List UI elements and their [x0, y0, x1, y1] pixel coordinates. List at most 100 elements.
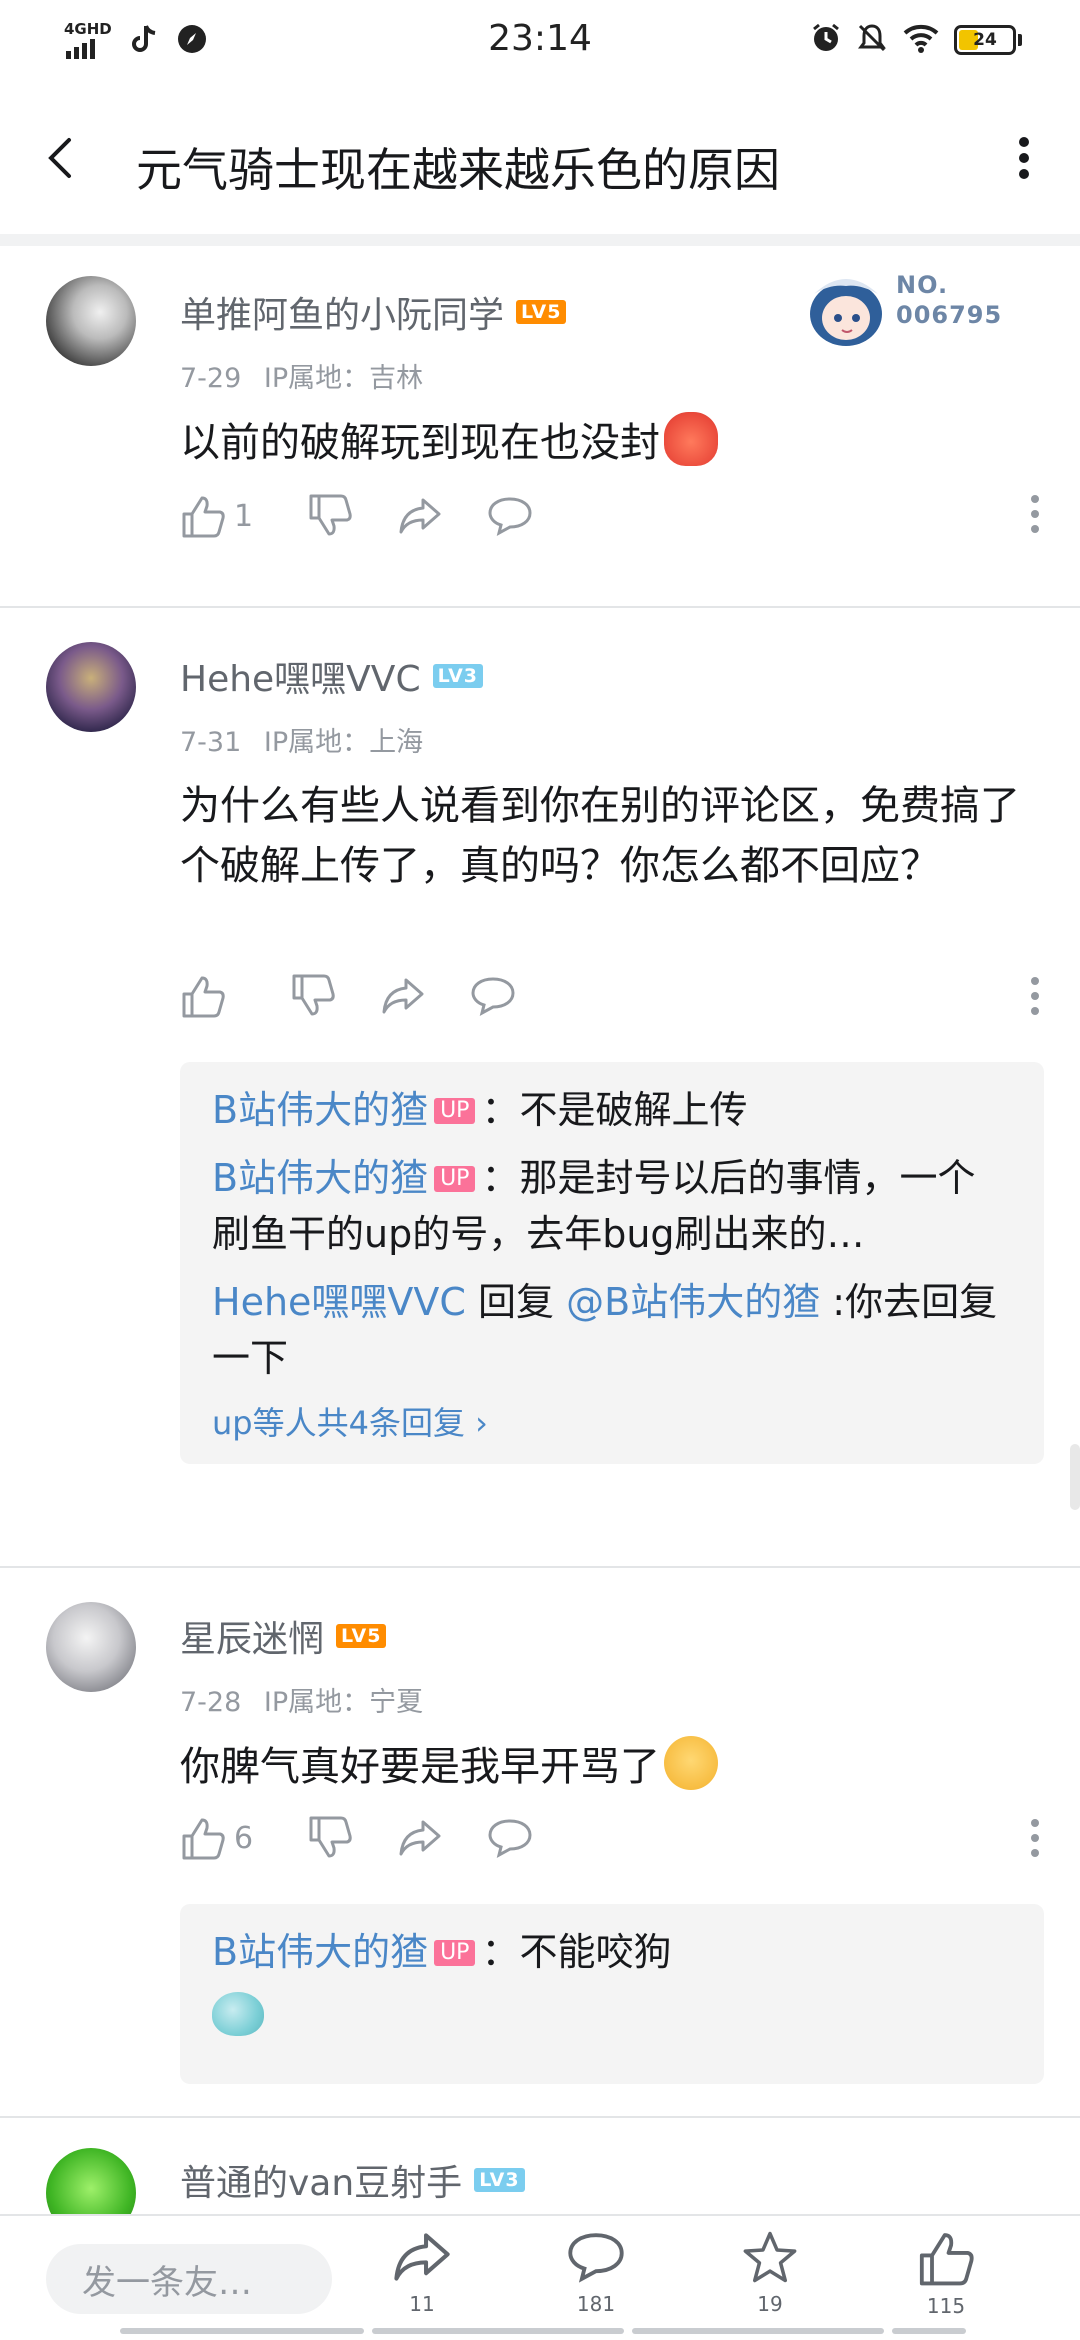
comment-more-button[interactable]: [1030, 1818, 1040, 1862]
smirk-face-emoji-icon: [664, 1736, 718, 1790]
share-button[interactable]: [380, 976, 426, 1016]
reply-text: ：不是破解上传: [481, 1088, 748, 1132]
comment-more-button[interactable]: [1030, 976, 1040, 1020]
username[interactable]: 普通的van豆射手: [180, 2154, 462, 2206]
dislike-button[interactable]: [307, 494, 353, 538]
view-more-replies-link[interactable]: up等人共4条回复 ›: [212, 1398, 1012, 1444]
level-badge: LV5: [336, 1624, 387, 1648]
comment-text-content: 以前的破解玩到现在也没封: [180, 420, 660, 466]
dislike-button[interactable]: [307, 1816, 353, 1860]
thumbs-up-icon: [182, 496, 225, 538]
username[interactable]: 星辰迷惘: [180, 1610, 324, 1662]
comment-actions: [180, 974, 560, 1018]
like-button[interactable]: 1: [180, 494, 253, 538]
comment-date: 7-28: [180, 1687, 242, 1718]
chat-bubble-icon: [488, 497, 532, 536]
comment-count: 181: [576, 2292, 616, 2316]
share-count: 11: [409, 2292, 435, 2316]
thumbs-up-icon: [182, 1818, 225, 1860]
level-badge: LV5: [516, 300, 567, 324]
share-icon: [399, 498, 441, 534]
chat-bubble-icon: [471, 977, 515, 1016]
star-icon: [743, 2231, 797, 2283]
progress-segment: [120, 2328, 364, 2334]
reply-button[interactable]: [487, 495, 533, 537]
comment-text[interactable]: 为什么有些人说看到你在别的评论区，免费搞了个破解上传了，真的吗？你怎么都不回应？: [180, 776, 1040, 896]
badge-number: NO. 006795: [896, 271, 1003, 329]
reply-item[interactable]: Hehe嘿嘿VVC 回复 @B站伟大的猹 :你去回复一下: [212, 1274, 1012, 1386]
comment-text-content: 你脾气真好要是我早开骂了: [180, 1744, 660, 1790]
comment-meta: 7-31 IP属地：上海: [180, 720, 423, 759]
wifi-icon: [902, 23, 940, 57]
share-button[interactable]: [397, 496, 443, 536]
reply-mention[interactable]: @B站伟大的猹: [566, 1280, 820, 1324]
avatar[interactable]: [46, 642, 136, 732]
like-button[interactable]: [180, 974, 234, 1018]
fan-badge[interactable]: NO. 006795: [800, 264, 1030, 350]
favorite-count: 19: [757, 2292, 783, 2316]
thumbs-down-icon: [309, 1816, 352, 1858]
like-button[interactable]: 6: [180, 1816, 253, 1860]
avatar[interactable]: [46, 2148, 136, 2214]
user-row: 单推阿鱼的小阮同学 LV5: [180, 286, 567, 338]
like-action[interactable]: 115: [886, 2230, 1006, 2318]
share-icon: [382, 978, 424, 1014]
user-row: 星辰迷惘 LV5: [180, 1610, 387, 1662]
comment-input-placeholder: 发一条友…: [82, 2262, 252, 2303]
comment-more-button[interactable]: [1030, 494, 1040, 538]
reply-button[interactable]: [470, 975, 516, 1017]
reply-username[interactable]: B站伟大的猹: [212, 1930, 428, 1974]
reply-item[interactable]: B站伟大的猹 UP ：不是破解上传: [212, 1082, 1012, 1138]
reply-item[interactable]: B站伟大的猹 UP ：那是封号以后的事情，一个刷鱼干的up的号，去年bug刷出来的…: [212, 1150, 1012, 1262]
status-bar: 4GHD 23:14 24: [0, 0, 1080, 84]
user-row: Hehe嘿嘿VVC LV3: [180, 650, 483, 702]
comment-item: 单推阿鱼的小阮同学 LV5 NO. 006795 7-29 IP属地：吉林 以前…: [0, 246, 1080, 606]
more-vertical-icon: [1031, 977, 1039, 1015]
share-button[interactable]: [397, 1818, 443, 1858]
reply-item[interactable]: B站伟大的猹 UP ：不能咬狗: [212, 1924, 1012, 1980]
more-options-button[interactable]: [994, 128, 1054, 188]
comment-input[interactable]: 发一条友…: [46, 2244, 332, 2314]
reply-box[interactable]: B站伟大的猹 UP ：不是破解上传 B站伟大的猹 UP ：那是封号以后的事情，一个刷鱼干…: [180, 1062, 1044, 1464]
reply-username[interactable]: B站伟大的猹: [212, 1156, 428, 1200]
angry-face-emoji-icon: [664, 412, 718, 466]
more-vertical-icon: [1031, 495, 1039, 533]
comment-text[interactable]: 你脾气真好要是我早开骂了: [180, 1736, 1040, 1797]
level-badge: LV3: [474, 2168, 525, 2192]
chat-bubble-icon: [568, 2233, 624, 2283]
favorite-action[interactable]: 19: [710, 2230, 830, 2316]
share-action[interactable]: 11: [362, 2230, 482, 2316]
reply-button[interactable]: [487, 1817, 533, 1859]
alarm-icon: [810, 22, 842, 58]
up-badge: UP: [434, 1940, 476, 1966]
comment-action[interactable]: 181: [536, 2230, 656, 2316]
battery-cap: [1018, 34, 1022, 46]
comment-meta: 7-29 IP属地：吉林: [180, 356, 423, 395]
comment-meta: 7-28 IP属地：宁夏: [180, 1680, 423, 1719]
bottom-action-bar: 发一条友… 11 181 19 115: [0, 2214, 1080, 2340]
scrollbar[interactable]: [1070, 1444, 1080, 1510]
back-button[interactable]: [30, 128, 90, 188]
avatar[interactable]: [46, 1602, 136, 1692]
progress-segment: [632, 2328, 884, 2334]
reply-username[interactable]: Hehe嘿嘿VVC: [212, 1280, 466, 1324]
comment-text[interactable]: 以前的破解玩到现在也没封: [180, 412, 1040, 473]
up-badge: UP: [434, 1098, 476, 1124]
dislike-button[interactable]: [290, 974, 336, 1018]
comment-item: Hehe嘿嘿VVC LV3 7-31 IP属地：上海 为什么有些人说看到你在别的…: [0, 608, 1080, 1568]
reply-word: 回复: [465, 1280, 567, 1324]
avatar[interactable]: [46, 276, 136, 366]
comment-date: 7-29: [180, 363, 242, 394]
username[interactable]: Hehe嘿嘿VVC: [180, 650, 421, 702]
like-count: 6: [234, 1820, 254, 1856]
user-row: 普通的van豆射手 LV3: [180, 2154, 525, 2206]
comment-item: 普通的van豆射手 LV3: [0, 2118, 1080, 2214]
status-right: 24: [810, 22, 1022, 58]
reply-box[interactable]: B站伟大的猹 UP ：不能咬狗: [180, 1904, 1044, 2084]
username[interactable]: 单推阿鱼的小阮同学: [180, 286, 504, 338]
title-bar: 元气骑士现在越来越乐色的原因: [0, 84, 1080, 232]
mute-icon: [856, 22, 888, 58]
page-title: 元气骑士现在越来越乐色的原因: [136, 143, 780, 197]
reply-username[interactable]: B站伟大的猹: [212, 1088, 428, 1132]
ip-location: IP属地：吉林: [263, 363, 424, 394]
